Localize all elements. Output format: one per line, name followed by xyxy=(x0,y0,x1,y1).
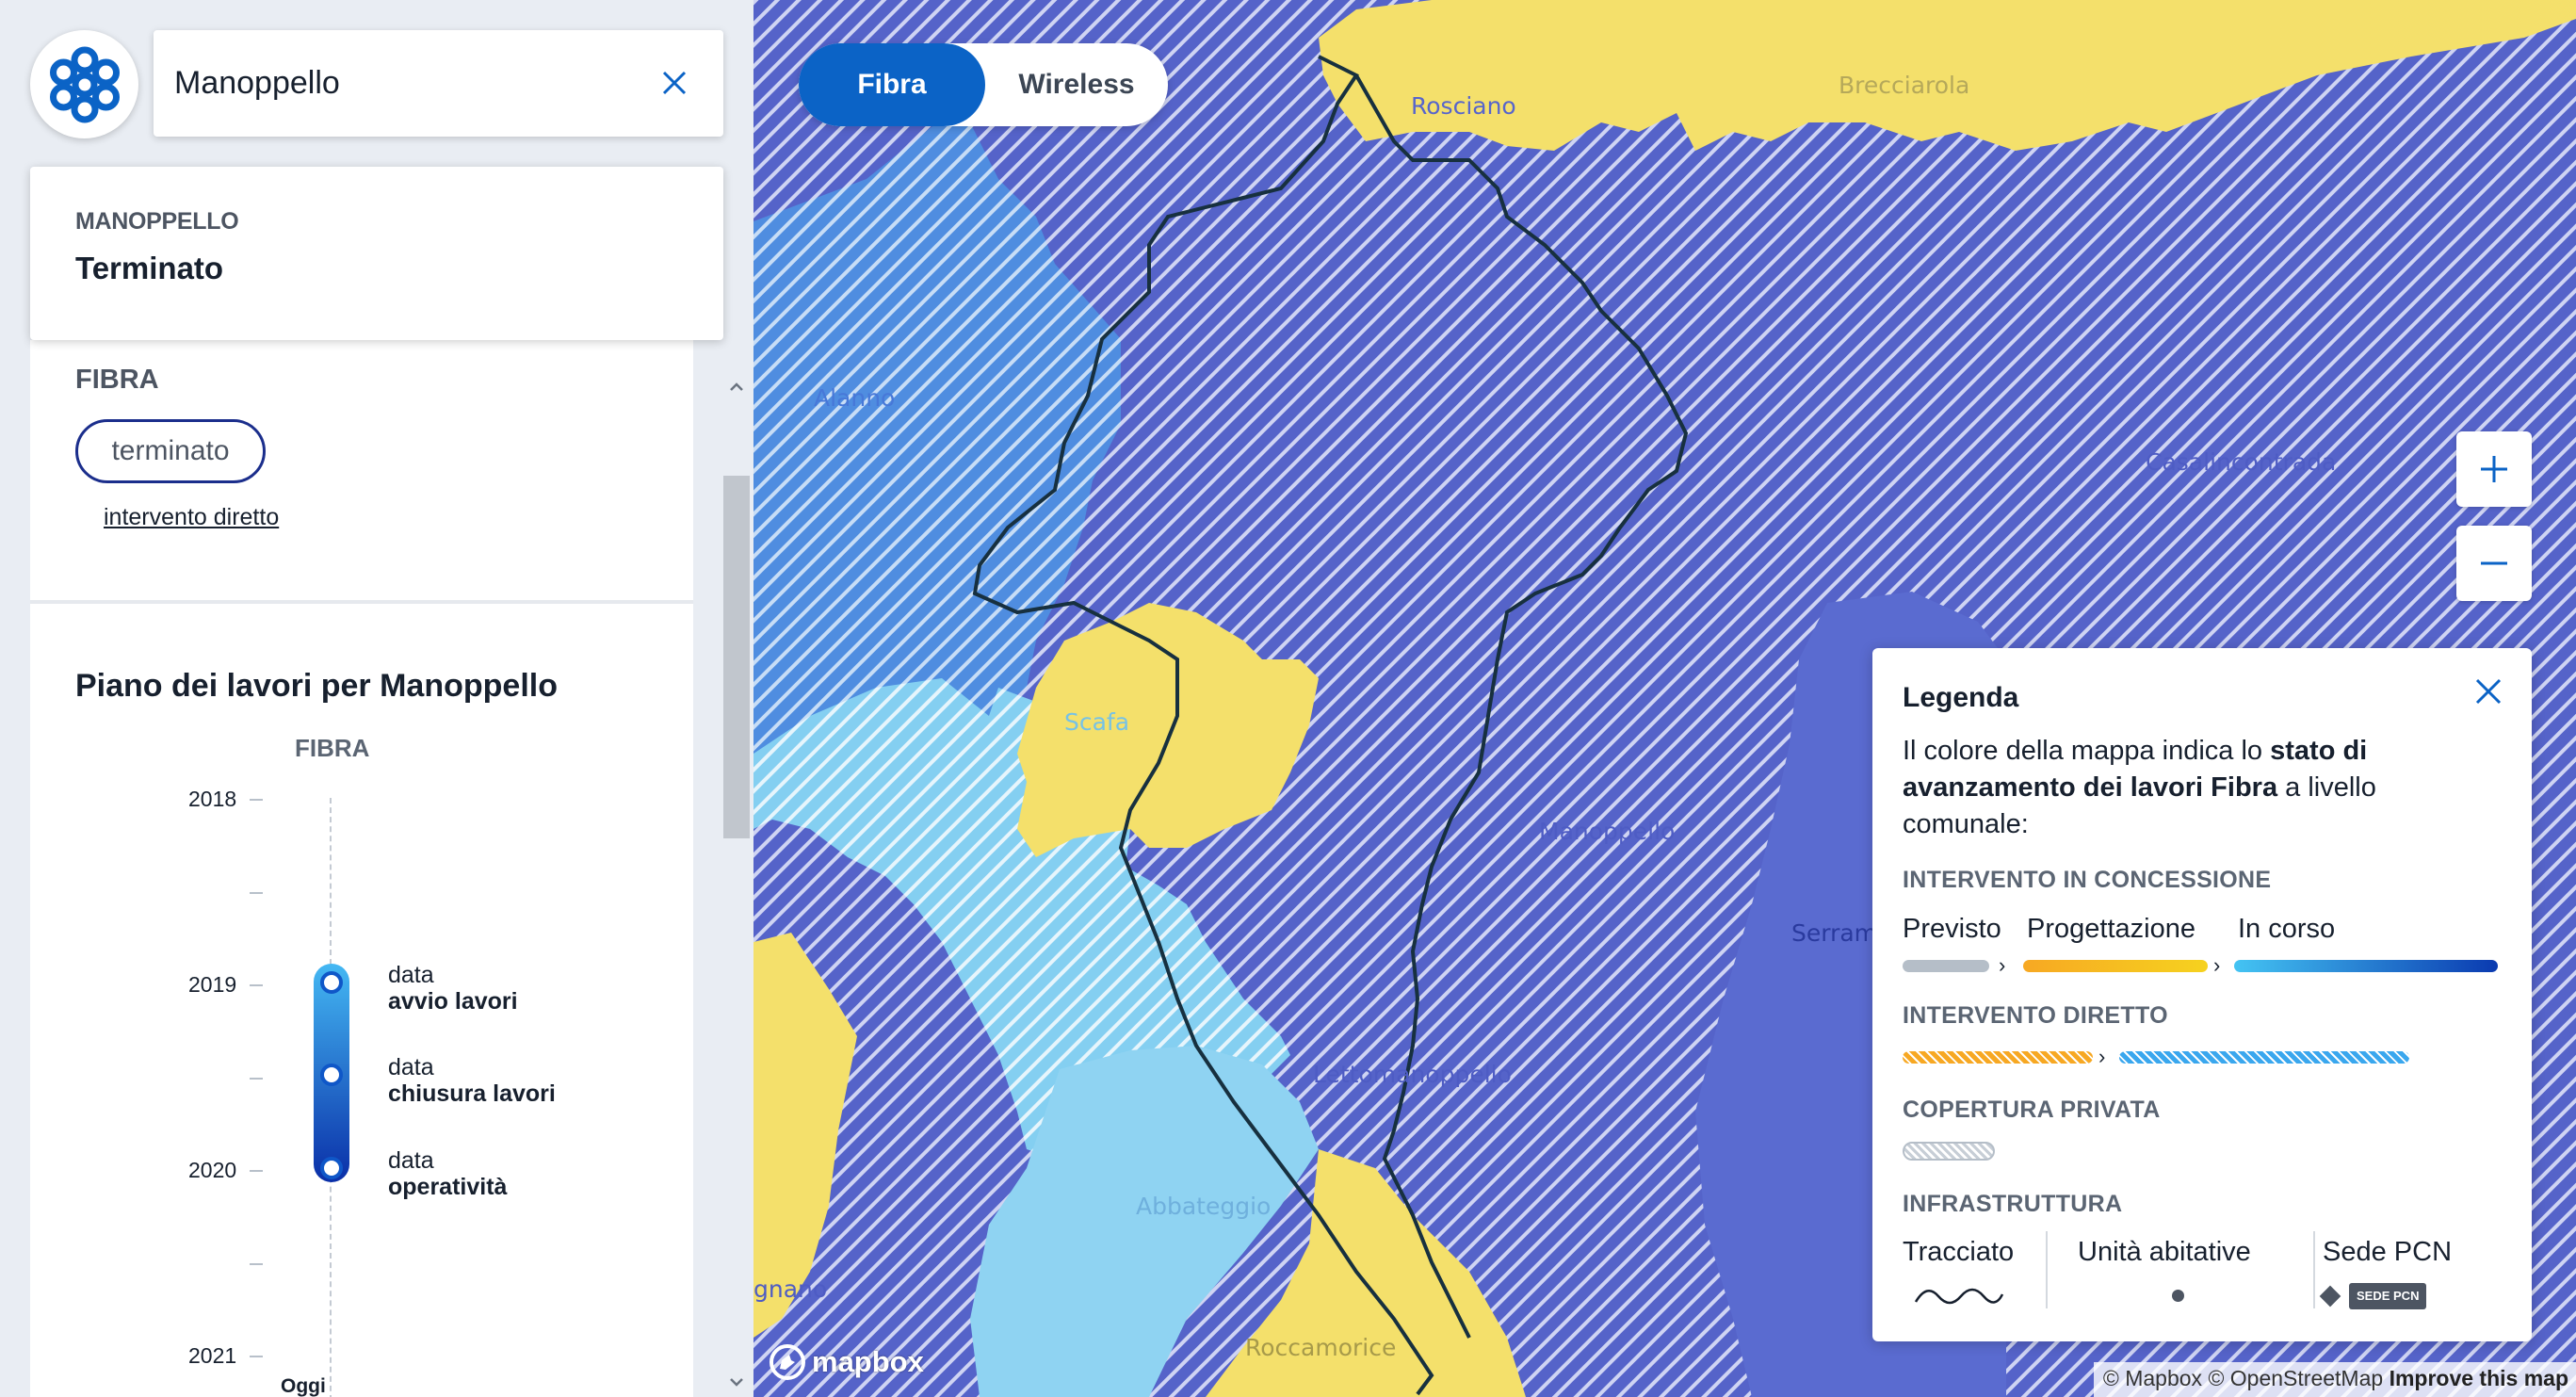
flower-logo-icon xyxy=(49,46,120,122)
legend-bar-in-corso xyxy=(2234,960,2498,972)
dot-icon xyxy=(2172,1290,2184,1302)
map-label-lettomanoppello: Lettomanoppello xyxy=(1313,1061,1512,1088)
timeline-tick xyxy=(250,1170,263,1172)
result-card[interactable]: MANOPPELLO Terminato xyxy=(30,167,723,340)
minus-icon xyxy=(2481,561,2507,565)
timeline-milestone-dot[interactable] xyxy=(320,1064,343,1086)
legend-stage-progettazione: Progettazione xyxy=(2027,914,2195,944)
timeline-year: 2019 xyxy=(188,972,237,997)
map-label-manoppello: Manoppello xyxy=(1539,818,1676,845)
legend-bar-diretto-in-corso xyxy=(2119,1051,2409,1064)
map-label-casalincontrada: Casalincontrada xyxy=(2146,448,2337,476)
timeline-today-label: Oggi xyxy=(281,1375,326,1397)
mapbox-logo[interactable]: mapbox xyxy=(769,1341,924,1383)
plan-title: Piano dei lavori per Manoppello xyxy=(75,668,558,704)
milestone-chiusura: data chiusura lavori xyxy=(388,1054,556,1107)
chevron-right-icon: › xyxy=(2213,953,2221,977)
chevron-right-icon: › xyxy=(2098,1045,2106,1068)
pcn-badge: SEDE PCN xyxy=(2349,1283,2427,1309)
intervento-link[interactable]: intervento diretto xyxy=(104,504,279,531)
legend-title: Legenda xyxy=(1903,682,2019,713)
chevron-right-icon: › xyxy=(1999,953,2006,977)
map-attribution: © Mapbox © OpenStreetMap Improve this ma… xyxy=(2093,1362,2576,1397)
legend-bar-diretto-progettazione xyxy=(1903,1051,2093,1064)
milestone-avvio: data avvio lavori xyxy=(388,962,518,1015)
toggle-fibra[interactable]: Fibra xyxy=(799,43,985,126)
toggle-wireless[interactable]: Wireless xyxy=(985,43,1168,126)
status-badge: terminato xyxy=(75,419,266,483)
mapbox-logo-text: mapbox xyxy=(812,1345,924,1378)
legend-bar-progettazione xyxy=(2023,960,2208,972)
details-scroll-area[interactable]: FIBRA terminato intervento diretto Piano… xyxy=(30,340,693,1397)
milestone-operativita: data operatività xyxy=(388,1147,508,1200)
search-input[interactable] xyxy=(174,55,626,111)
timeline-tick xyxy=(250,984,263,986)
fibra-heading: FIBRA xyxy=(75,365,159,395)
timeline-milestone-dot[interactable] xyxy=(320,971,343,994)
home-logo-button[interactable] xyxy=(30,30,138,138)
timeline-year: 2020 xyxy=(188,1158,237,1182)
legend-heading-concessione: INTERVENTO IN CONCESSIONE xyxy=(1903,867,2272,893)
zoom-out-button[interactable] xyxy=(2456,526,2532,601)
legend-separator xyxy=(2313,1231,2315,1308)
legend-heading-infrastruttura: INFRASTRUTTURA xyxy=(1903,1191,2123,1217)
timeline-tick xyxy=(250,799,263,801)
close-legend-icon[interactable] xyxy=(2470,673,2507,710)
timeline-tick xyxy=(250,892,263,894)
chevron-up-icon[interactable] xyxy=(727,378,746,397)
mapbox-logo-icon xyxy=(770,1344,805,1380)
side-panel: MANOPPELLO Terminato FIBRA terminato int… xyxy=(0,0,753,1397)
chevron-down-icon[interactable] xyxy=(727,1373,746,1391)
plus-icon xyxy=(2481,456,2507,482)
map-label-serramonacesca: Serram xyxy=(1791,919,1878,947)
attribution-osm-link[interactable]: © OpenStreetMap xyxy=(2208,1366,2383,1390)
legend-heading-diretto: INTERVENTO DIRETTO xyxy=(1903,1002,2168,1029)
map-label-abbateggio: Abbateggio xyxy=(1136,1193,1272,1220)
scrollbar-thumb[interactable] xyxy=(723,476,750,838)
plan-subtitle: FIBRA xyxy=(295,734,370,762)
panel-scrollbar[interactable] xyxy=(720,372,753,1397)
legend-infra-tracciato: Tracciato xyxy=(1903,1237,2015,1267)
divider xyxy=(30,600,693,604)
legend-bar-previsto xyxy=(1903,960,1989,972)
map[interactable]: Rosciano Brecciarola Alanno Casalincontr… xyxy=(753,0,2576,1397)
legend-description: Il colore della mappa indica lo stato di… xyxy=(1903,736,2376,839)
map-label-brecciarola: Brecciarola xyxy=(1839,72,1970,99)
attribution-mapbox-link[interactable]: © Mapbox xyxy=(2103,1366,2202,1390)
timeline-tick xyxy=(250,1263,263,1265)
legend-infra-unita: Unità abitative xyxy=(2078,1237,2251,1267)
improve-map-link[interactable]: Improve this map xyxy=(2390,1366,2568,1390)
map-label-caramanico: gnano xyxy=(753,1275,828,1303)
result-status: Terminato xyxy=(75,251,224,285)
legend-stage-in-corso: In corso xyxy=(2238,914,2336,944)
map-label-roccamorice: Roccamorice xyxy=(1245,1334,1397,1361)
map-label-alanno: Alanno xyxy=(814,384,896,412)
map-label-scafa: Scafa xyxy=(1064,708,1130,736)
legend-panel: Legenda Il colore della mappa indica lo … xyxy=(1872,648,2532,1341)
timeline-milestone-dot[interactable] xyxy=(320,1157,343,1179)
network-type-toggle[interactable]: Fibra Wireless xyxy=(799,43,1168,126)
timeline-year: 2018 xyxy=(188,787,237,811)
legend-infra-pcn: Sede PCN xyxy=(2323,1237,2453,1267)
timeline-tick xyxy=(250,1078,263,1080)
zoom-in-button[interactable] xyxy=(2456,431,2532,507)
route-line-icon xyxy=(1914,1288,2004,1305)
close-icon[interactable] xyxy=(656,64,693,102)
legend-heading-privata: COPERTURA PRIVATA xyxy=(1903,1096,2161,1123)
result-municipality: MANOPPELLO xyxy=(75,208,239,235)
diamond-icon xyxy=(2319,1285,2341,1308)
search-box xyxy=(154,30,723,137)
timeline-tick xyxy=(250,1356,263,1357)
legend-stage-previsto: Previsto xyxy=(1903,914,2001,944)
legend-separator xyxy=(2046,1231,2048,1308)
map-label-rosciano: Rosciano xyxy=(1411,92,1516,120)
legend-bar-privata xyxy=(1903,1142,1995,1161)
timeline-year: 2021 xyxy=(188,1343,237,1368)
